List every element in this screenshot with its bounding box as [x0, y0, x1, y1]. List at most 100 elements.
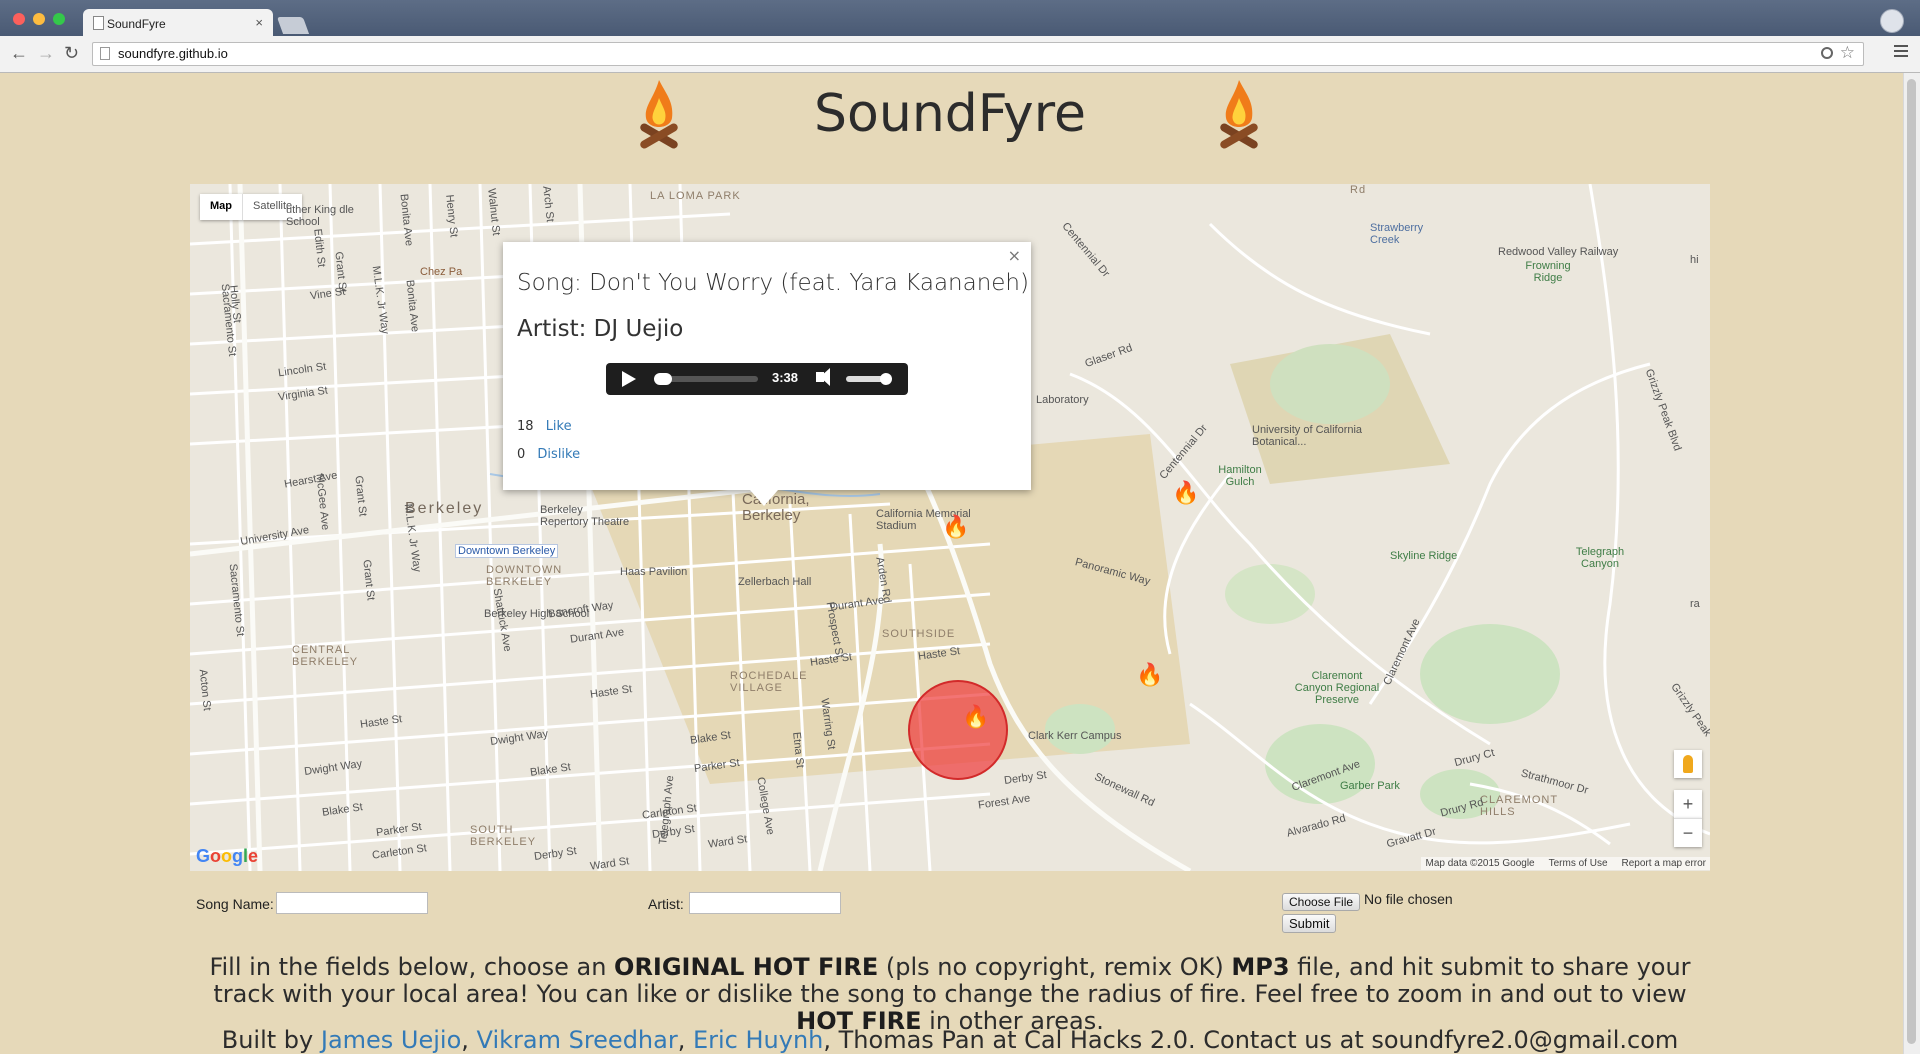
scrollbar-thumb[interactable]: [1907, 79, 1916, 1044]
tab-close-icon[interactable]: ×: [255, 15, 263, 30]
map-label: SOUTH BERKELEY: [470, 824, 537, 848]
like-row: 18 Like: [517, 419, 572, 434]
address-bar[interactable]: soundfyre.github.io ☆: [92, 42, 1864, 66]
map-label: Frowning Ridge: [1525, 260, 1571, 284]
credits-suffix: , Thomas Pan at Cal Hacks 2.0. Contact u…: [823, 1026, 1679, 1054]
bookmark-star-icon[interactable]: ☆: [1840, 43, 1855, 63]
map-label: Rd: [1350, 184, 1367, 196]
play-icon[interactable]: [622, 371, 636, 387]
maximize-window-button[interactable]: [53, 13, 65, 25]
new-tab-button[interactable]: [276, 17, 310, 34]
info-window-pointer: [750, 490, 778, 506]
zoom-out-button[interactable]: −: [1674, 818, 1702, 847]
fire-marker-icon[interactable]: 🔥: [962, 704, 989, 730]
map-label: Haas Pavilion: [620, 566, 688, 578]
song-artist: Artist: DJ Uejio: [517, 316, 684, 342]
map-label: Chez Pa: [420, 266, 463, 278]
map-label: LA LOMA PARK: [650, 190, 741, 202]
map-label: CLAREMONT HILLS: [1480, 794, 1558, 818]
progress-knob[interactable]: [654, 373, 672, 385]
map-data-text: Map data ©2015 Google: [1425, 858, 1535, 869]
dislike-row: 0 Dislike: [517, 447, 580, 462]
instructions-emphasis: ORIGINAL HOT FIRE: [614, 953, 879, 981]
map-label: Clark Kerr Campus: [1028, 730, 1122, 742]
map-label: Redwood Valley Railway: [1498, 246, 1619, 258]
browser-tab[interactable]: SoundFyre ×: [83, 9, 273, 37]
author-link[interactable]: James Uejio: [321, 1026, 461, 1054]
map-label-transit: Downtown Berkeley: [455, 544, 559, 558]
author-link[interactable]: Eric Huynh: [693, 1026, 823, 1054]
fire-marker-icon[interactable]: 🔥: [942, 514, 969, 540]
choose-file-button[interactable]: Choose File: [1282, 893, 1361, 911]
back-arrow-icon[interactable]: ←: [10, 43, 28, 64]
song-info-window: × Song: Don't You Worry (feat. Yara Kaan…: [503, 242, 1031, 490]
submit-button[interactable]: Submit: [1282, 914, 1337, 933]
map-label: Berkeley: [405, 500, 484, 517]
instructions-part: (pls no copyright, remix OK): [878, 953, 1232, 981]
page-icon: [93, 16, 104, 30]
audio-duration: 3:38: [772, 370, 799, 385]
reload-icon[interactable]: ↻: [64, 43, 79, 64]
instructions-emphasis: MP3: [1231, 953, 1290, 981]
instructions-text: Fill in the fields below, choose an ORIG…: [190, 954, 1710, 1035]
credits-separator: ,: [461, 1026, 477, 1054]
map-label: Strawberry Creek: [1370, 222, 1424, 246]
fire-radius-circle[interactable]: [908, 680, 1008, 780]
street-label: hi: [1690, 254, 1699, 266]
street-view-pegman-icon[interactable]: [1674, 750, 1702, 778]
close-window-button[interactable]: [13, 13, 25, 25]
location-icon[interactable]: [1821, 47, 1833, 59]
song-name-input[interactable]: [276, 892, 428, 914]
forward-arrow-icon[interactable]: →: [37, 43, 55, 64]
instructions-part: Fill in the fields below, choose an: [209, 953, 615, 981]
map-label: Garber Park: [1340, 780, 1400, 792]
map-type-map-button[interactable]: Map: [200, 194, 242, 220]
terms-of-use-link[interactable]: Terms of Use: [1549, 858, 1608, 869]
audio-progress-slider[interactable]: [654, 373, 758, 385]
fire-marker-icon[interactable]: 🔥: [1172, 480, 1199, 506]
map-label: Claremont Canyon Regional Preserve: [1294, 670, 1380, 706]
zoom-in-button[interactable]: +: [1674, 790, 1702, 818]
campfire-icon: [640, 80, 678, 149]
map-attribution: Map data ©2015 Google Terms of Use Repor…: [1421, 857, 1710, 870]
volume-slider[interactable]: [846, 373, 892, 385]
hamburger-menu-icon[interactable]: [1894, 45, 1908, 60]
map-label: Zellerbach Hall: [738, 576, 812, 588]
map-label: Laboratory: [1036, 394, 1089, 406]
dislike-count: 0: [517, 447, 526, 462]
credits-prefix: Built by: [221, 1026, 321, 1054]
google-logo[interactable]: Google: [196, 846, 258, 867]
close-icon[interactable]: ×: [1008, 246, 1021, 265]
minimize-window-button[interactable]: [33, 13, 45, 25]
song-name-label: Song Name:: [196, 896, 274, 912]
artist-input[interactable]: [689, 892, 841, 914]
url-text: soundfyre.github.io: [118, 46, 228, 61]
map-label: CENTRAL BERKELEY: [292, 644, 359, 668]
dislike-link[interactable]: Dislike: [537, 447, 580, 462]
map-label: DOWNTOWN BERKELEY: [486, 564, 563, 588]
volume-knob[interactable]: [880, 373, 892, 385]
map-label: Telegraph Canyon: [1575, 546, 1625, 570]
vertical-scrollbar[interactable]: [1903, 73, 1920, 1054]
like-link[interactable]: Like: [546, 419, 572, 434]
credits-separator: ,: [677, 1026, 693, 1054]
map-label: University of California Botanical...: [1252, 424, 1363, 448]
browser-tab-strip: SoundFyre ×: [0, 0, 1920, 37]
file-status-text: No file chosen: [1364, 891, 1453, 907]
map-label: uther King dle School: [286, 204, 354, 228]
map-label: Skyline Ridge: [1390, 550, 1458, 562]
page-icon: [100, 47, 110, 60]
like-count: 18: [517, 419, 534, 434]
user-profile-icon[interactable]: [1880, 9, 1904, 33]
map-label: ROCHEDALE VILLAGE: [730, 670, 808, 694]
artist-label: Artist:: [648, 896, 684, 912]
map-label: Berkeley Repertory Theatre: [540, 504, 630, 528]
author-link[interactable]: Vikram Sreedhar: [477, 1026, 678, 1054]
street-label: ra: [1690, 598, 1700, 610]
report-map-error-link[interactable]: Report a map error: [1622, 858, 1706, 869]
map-label: SOUTHSIDE: [882, 628, 956, 640]
song-title: Song: Don't You Worry (feat. Yara Kaanan…: [517, 270, 1029, 296]
fire-marker-icon[interactable]: 🔥: [1136, 662, 1163, 688]
map-label: Hamilton Gulch: [1218, 464, 1262, 488]
volume-icon[interactable]: [816, 368, 830, 386]
